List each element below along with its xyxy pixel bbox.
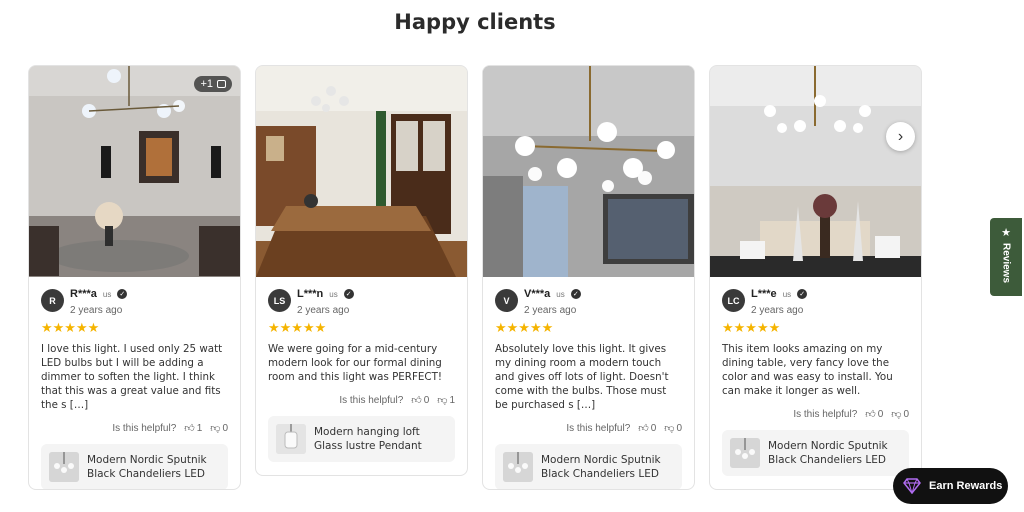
reviewer-name: V***a (524, 288, 551, 300)
thumbs-up-icon: 👍︎ (638, 423, 649, 434)
review-photo[interactable] (710, 66, 921, 277)
thumbs-down-button[interactable]: 👎︎ 0 (210, 422, 228, 435)
avatar: V (495, 289, 518, 312)
review-text[interactable]: Absolutely love this light. It gives my … (483, 336, 694, 412)
thumbs-up-count: 0 (650, 422, 657, 434)
reviewer-name: L***n (297, 288, 324, 300)
thumbs-up-count: 0 (877, 408, 884, 420)
star-rating: ★★★★★ (268, 320, 327, 335)
reviewer-country: us (102, 289, 112, 299)
review-photo[interactable]: +1 (29, 66, 240, 277)
thumbs-down-button[interactable]: 👎︎ 0 (891, 408, 909, 421)
review-card[interactable]: LS L***n us ✓ 2 years ago ★★★★★ We were … (255, 65, 468, 476)
image-icon (217, 80, 226, 88)
helpful-label: Is this helpful? (566, 422, 631, 434)
reviewer-country: us (782, 289, 792, 299)
product-thumbnail (503, 452, 533, 482)
product-name: Modern Nordic Sputnik Black Chandeliers … (768, 440, 888, 466)
thumbs-down-button[interactable]: 👎︎ 0 (664, 422, 682, 435)
product-link[interactable]: Modern Nordic Sputnik Black Chandeliers … (722, 430, 909, 476)
star-rating: ★★★★★ (722, 320, 781, 335)
product-thumbnail (49, 452, 79, 482)
review-card[interactable]: V V***a us ✓ 2 years ago ★★★★★ Absolutel… (482, 65, 695, 490)
review-photo[interactable] (256, 66, 467, 277)
carousel-next-button[interactable]: › (886, 122, 915, 151)
review-text[interactable]: We were going for a mid-century modern l… (256, 336, 467, 384)
thumbs-up-icon: 👍︎ (411, 395, 422, 406)
product-link[interactable]: Modern Nordic Sputnik Black Chandeliers … (41, 444, 228, 489)
reviewer-country: us (329, 289, 338, 299)
thumbs-down-icon: 👎︎ (664, 423, 675, 434)
verified-check-icon: ✓ (343, 289, 354, 299)
star-icon: ★ (1001, 227, 1011, 239)
review-date: 2 years ago (751, 305, 804, 316)
product-link[interactable]: Modern hanging loft Glass lustre Pendant (268, 416, 455, 462)
thumbs-up-count: 1 (196, 422, 203, 434)
reviews-side-tab[interactable]: ★ Reviews (990, 218, 1022, 296)
thumbs-up-icon: 👍︎ (865, 409, 876, 420)
avatar: LS (268, 289, 291, 312)
review-date: 2 years ago (524, 305, 577, 316)
thumbs-down-count: 0 (222, 422, 228, 434)
review-date: 2 years ago (70, 305, 123, 316)
star-rating: ★★★★★ (41, 320, 100, 335)
product-thumbnail (276, 424, 306, 454)
review-photo[interactable] (483, 66, 694, 277)
more-photos-badge[interactable]: +1 (194, 76, 232, 92)
thumbs-down-icon: 👎︎ (210, 423, 221, 434)
thumbs-down-count: 0 (676, 422, 682, 434)
helpful-label: Is this helpful? (793, 408, 858, 420)
product-name: Modern Nordic Sputnik Black Chandeliers … (541, 454, 661, 480)
reviewer-country: us (556, 289, 565, 299)
thumbs-down-icon: 👎︎ (891, 409, 902, 420)
review-date: 2 years ago (297, 305, 350, 316)
thumbs-down-icon: 👎︎ (437, 395, 448, 406)
product-link[interactable]: Modern Nordic Sputnik Black Chandeliers … (495, 444, 682, 489)
avatar: R (41, 289, 64, 312)
verified-check-icon: ✓ (797, 289, 808, 299)
review-card[interactable]: +1 R R***a us ✓ 2 years ago ★★★★★ I love… (28, 65, 241, 490)
helpful-label: Is this helpful? (112, 422, 177, 434)
more-photos-count: +1 (200, 78, 213, 90)
reviews-tab-label: Reviews (1000, 243, 1012, 284)
thumbs-up-count: 0 (423, 394, 430, 406)
earn-rewards-button[interactable]: Earn Rewards (893, 468, 1008, 504)
helpful-label: Is this helpful? (339, 394, 404, 406)
reviewer-name: R***a (70, 288, 97, 300)
thumbs-down-count: 0 (903, 408, 909, 420)
thumbs-down-button[interactable]: 👎︎ 1 (437, 394, 455, 407)
thumbs-up-button[interactable]: 👍︎ 1 (184, 422, 203, 435)
earn-rewards-label: Earn Rewards (929, 480, 1003, 492)
review-text[interactable]: I love this light. I used only 25 watt L… (29, 336, 240, 412)
thumbs-up-button[interactable]: 👍︎ 0 (638, 422, 657, 435)
diamond-icon (903, 478, 921, 494)
verified-check-icon: ✓ (117, 289, 128, 299)
review-text[interactable]: This item looks amazing on my dining tab… (710, 336, 921, 398)
section-title: Happy clients (394, 10, 556, 34)
thumbs-up-button[interactable]: 👍︎ 0 (411, 394, 430, 407)
thumbs-up-button[interactable]: 👍︎ 0 (865, 408, 884, 421)
thumbs-down-count: 1 (449, 394, 455, 406)
verified-check-icon: ✓ (570, 289, 581, 299)
chevron-right-icon: › (897, 127, 904, 145)
reviewer-name: L***e (751, 288, 777, 300)
product-thumbnail (730, 438, 760, 468)
product-name: Modern Nordic Sputnik Black Chandeliers … (87, 454, 207, 480)
avatar: LC (722, 289, 745, 312)
thumbs-up-icon: 👍︎ (184, 423, 195, 434)
star-rating: ★★★★★ (495, 320, 554, 335)
product-name: Modern hanging loft Glass lustre Pendant (314, 426, 422, 452)
